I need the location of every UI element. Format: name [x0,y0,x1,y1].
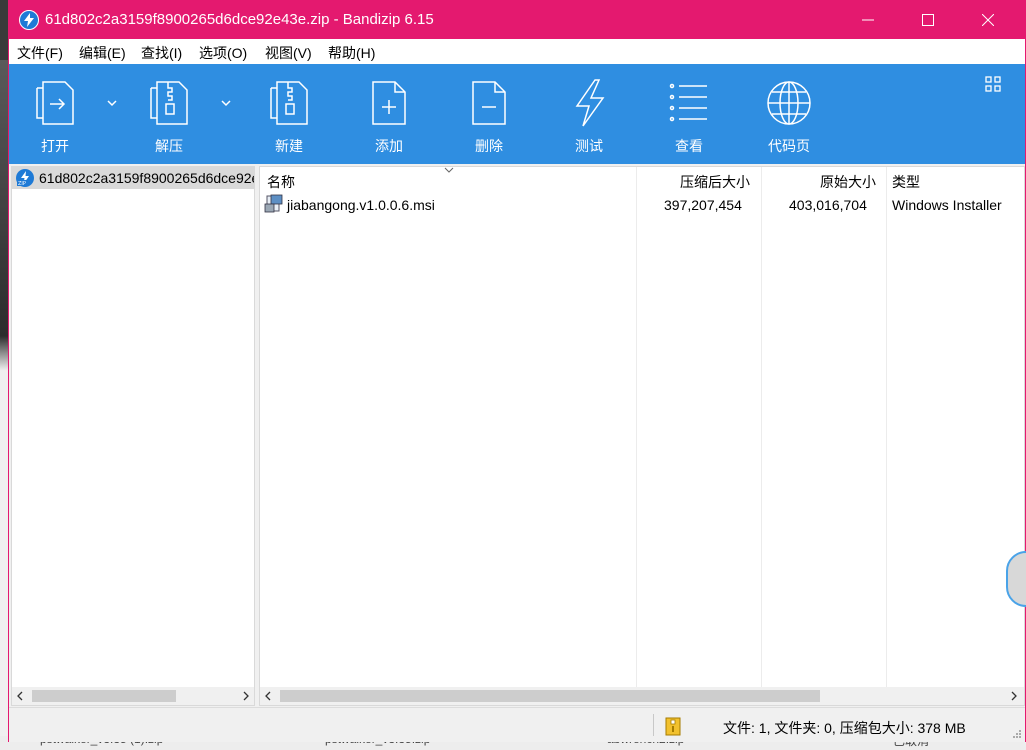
extract-button[interactable]: 解压 [129,64,209,164]
resize-grip-icon[interactable] [1011,728,1021,738]
tree-item-label: 61d802c2a3159f8900265d6dce92e43e.zip [39,170,254,186]
globe-icon [767,81,811,125]
maximize-icon [922,14,934,26]
menu-edit[interactable]: 编辑(E) [79,43,126,63]
menu-find[interactable]: 查找(I) [141,43,182,63]
file-type: Windows Installer [892,197,1002,213]
open-icon [36,81,74,125]
extract-label: 解压 [155,138,183,154]
test-icon [575,79,605,127]
menu-bar: 文件(F) 编辑(E) 查找(I) 选项(O) 视图(V) 帮助(H) [9,39,1025,64]
column-header-type[interactable]: 类型 [892,172,920,192]
view-button[interactable]: 查看 [649,64,729,164]
view-label: 查看 [675,138,703,154]
menu-file[interactable]: 文件(F) [17,43,63,63]
status-bar: 文件: 1, 文件夹: 0, 压缩包大小: 378 MB [9,707,1025,742]
title-bar[interactable]: 61d802c2a3159f8900265d6dce92e43e.zip - B… [9,1,1025,39]
minimize-button[interactable] [845,1,891,39]
close-button[interactable] [965,1,1011,39]
scroll-right-arrow-icon[interactable] [1006,687,1022,705]
layout-grid-icon[interactable] [985,76,1001,92]
new-archive-button[interactable]: 新建 [249,64,329,164]
zip-icon: ZIP [16,169,34,187]
column-header-original-size[interactable]: 原始大小 [820,172,876,192]
open-button[interactable]: 打开 [15,64,95,164]
new-archive-icon [270,81,308,125]
scroll-right-arrow-icon[interactable] [238,687,254,705]
new-archive-label: 新建 [275,138,303,154]
minimize-icon [862,19,874,21]
toolbar: 打开 解压 新建 添加 删除 测试 查看 代码页 [9,64,1025,164]
sort-chevron-icon [444,167,454,173]
open-dropdown-chevron-icon[interactable] [105,96,119,110]
delete-button[interactable]: 删除 [449,64,529,164]
list-scroll-thumb[interactable] [280,690,820,702]
test-button[interactable]: 测试 [549,64,629,164]
bandizip-logo-icon [19,10,39,30]
menu-view[interactable]: 视图(V) [265,43,312,63]
svg-text:ZIP: ZIP [18,181,26,187]
column-divider[interactable] [886,167,887,705]
maximize-button[interactable] [905,1,951,39]
tree-scroll-thumb[interactable] [32,690,176,702]
column-divider[interactable] [761,167,762,705]
add-icon [372,81,406,125]
column-divider[interactable] [636,167,637,705]
view-icon [669,83,707,122]
codepage-label: 代码页 [768,138,810,154]
menu-help[interactable]: 帮助(H) [328,43,375,63]
add-label: 添加 [375,138,403,154]
scroll-left-arrow-icon[interactable] [12,687,28,705]
window-title: 61d802c2a3159f8900265d6dce92e43e.zip - B… [45,11,434,28]
floating-assistant-button[interactable] [1006,551,1026,607]
file-list[interactable]: 名称 压缩后大小 原始大小 类型 jiabangong.v1.0.0.6.msi… [259,166,1025,706]
tree-item-archive[interactable]: ZIP 61d802c2a3159f8900265d6dce92e43e.zip [12,167,254,189]
app-window: 61d802c2a3159f8900265d6dce92e43e.zip - B… [8,0,1026,742]
delete-label: 删除 [475,138,503,154]
file-compressed-size: 397,207,454 [664,197,742,213]
column-header-name[interactable]: 名称 [267,172,295,192]
add-button[interactable]: 添加 [349,64,429,164]
codepage-button[interactable]: 代码页 [749,64,829,164]
delete-icon [472,81,506,125]
status-divider [653,714,654,736]
column-header-compressed-size[interactable]: 压缩后大小 [680,172,750,192]
list-horizontal-scrollbar[interactable] [260,687,1024,705]
test-label: 测试 [575,138,603,154]
open-label: 打开 [41,138,69,154]
extract-icon [150,81,188,125]
extract-dropdown-chevron-icon[interactable] [219,96,233,110]
tree-horizontal-scrollbar[interactable] [12,687,254,705]
file-original-size: 403,016,704 [789,197,867,213]
close-icon [982,14,994,26]
scroll-left-arrow-icon[interactable] [260,687,276,705]
status-text: 文件: 1, 文件夹: 0, 压缩包大小: 378 MB [723,720,966,736]
file-name: jiabangong.v1.0.0.6.msi [287,197,435,213]
msi-file-icon [264,194,283,213]
lock-icon[interactable] [665,716,681,736]
folder-tree[interactable]: ZIP 61d802c2a3159f8900265d6dce92e43e.zip [11,166,255,706]
menu-options[interactable]: 选项(O) [199,43,247,63]
